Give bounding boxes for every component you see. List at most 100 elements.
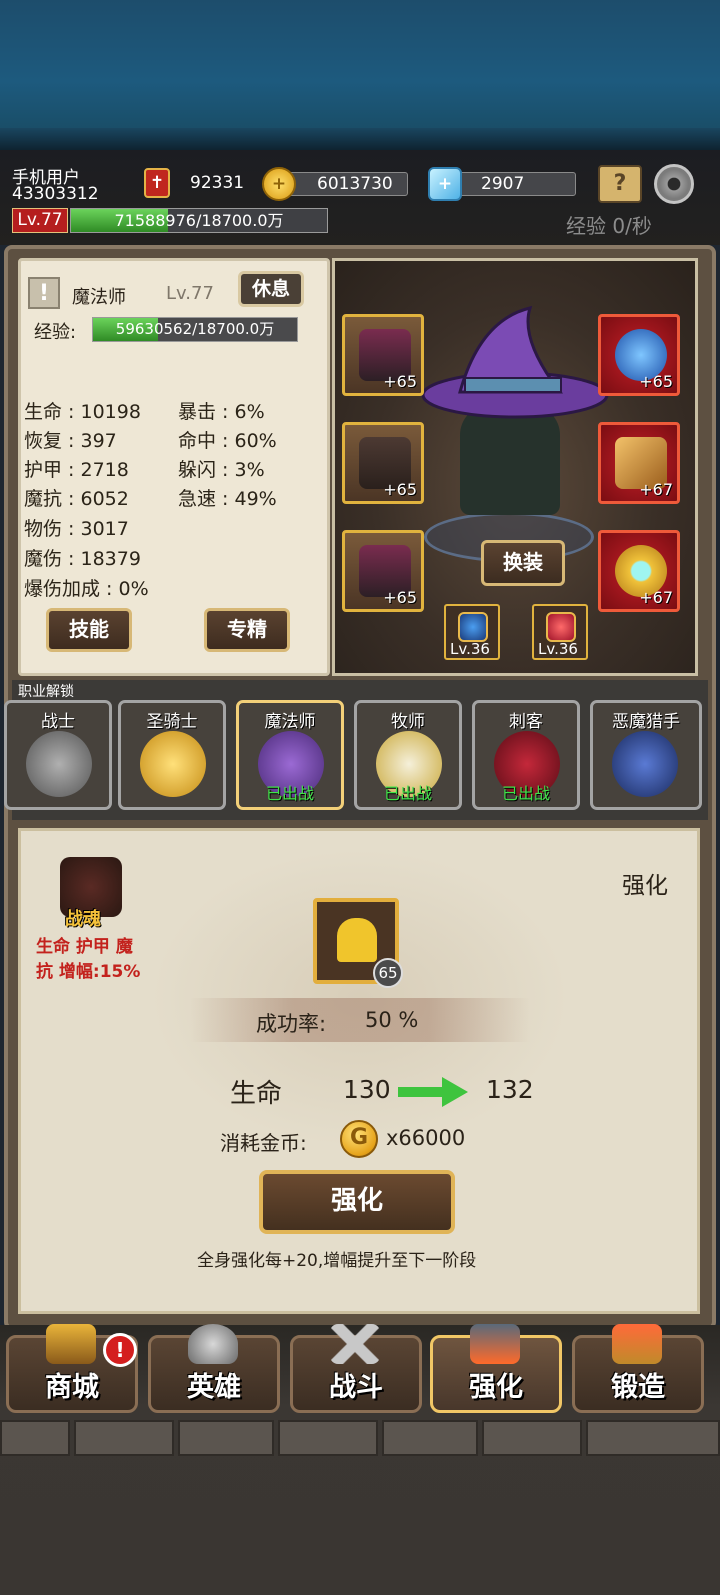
equip-plus: +67	[639, 480, 673, 499]
mastery-button[interactable]: 专精	[204, 608, 290, 652]
player-exp-text: 71588976/18700.0万	[114, 211, 284, 230]
stat-magic-resist: 魔抗 : 6052	[24, 488, 129, 510]
class-card-status: 已出战	[501, 784, 550, 803]
equip-plus: +65	[383, 480, 417, 499]
item-level-badge: 65	[373, 958, 403, 988]
gem-star-icon	[546, 612, 576, 642]
attribute-current: 130	[343, 1075, 391, 1104]
equip-plus: +65	[639, 372, 673, 391]
crossed-swords-icon	[330, 1324, 380, 1364]
hero-exp-text: 59630562/18700.0万	[115, 320, 275, 338]
gem-plus-icon[interactable]: +	[428, 167, 462, 201]
exp-rate: 经验 0/秒	[566, 214, 652, 238]
brick-decor	[178, 1420, 274, 1456]
power-value: 92331	[190, 173, 245, 193]
equip-slot-weapon[interactable]: +67	[598, 422, 680, 504]
class-card-name: 圣骑士	[146, 712, 198, 732]
success-rate-band	[190, 998, 530, 1042]
gold-value: 6013730	[317, 174, 393, 194]
rest-button[interactable]: 休息	[238, 271, 304, 307]
gold-coin-icon: G	[340, 1120, 378, 1158]
cost-label: 消耗金币:	[220, 1131, 307, 1155]
hero-exp-label: 经验:	[34, 322, 77, 343]
gem-value: 2907	[481, 174, 525, 194]
equip-plus: +65	[383, 588, 417, 607]
equip-plus: +67	[639, 588, 673, 607]
equip-slot-boots[interactable]: +65	[342, 530, 424, 612]
top-background	[0, 0, 720, 150]
class-card-name: 牧师	[391, 712, 425, 732]
class-card-name: 战士	[41, 712, 75, 732]
brick-decor	[586, 1420, 720, 1456]
success-rate-value: 50 %	[365, 1008, 419, 1032]
class-card-name: 刺客	[509, 712, 543, 732]
hammer-anvil-icon	[470, 1324, 520, 1364]
warrior-portrait	[26, 731, 92, 797]
stat-hp: 生命 : 10198	[24, 401, 141, 423]
gold-plus-icon[interactable]: +	[262, 167, 296, 201]
brick-decor	[278, 1420, 378, 1456]
gear-icon[interactable]	[654, 164, 694, 204]
class-card-assassin[interactable]: 刺客 已出战	[472, 700, 580, 810]
class-card-status: 已出战	[265, 784, 314, 803]
class-card-demon-hunter[interactable]: 恶魔猎手	[590, 700, 702, 810]
treasure-chest-icon	[46, 1324, 96, 1364]
class-card-name: 魔法师	[264, 712, 316, 732]
demon-hunter-portrait	[612, 731, 678, 797]
notification-badge: !	[103, 1333, 137, 1367]
stat-magic-dmg: 魔伤 : 18379	[24, 548, 141, 570]
equip-slot-helmet[interactable]: +65	[342, 314, 424, 396]
enhance-note: 全身强化每+20,增幅提升至下一阶段	[197, 1251, 477, 1271]
class-card-warrior[interactable]: 战士	[4, 700, 112, 810]
arrow-right-icon	[398, 1077, 468, 1107]
swap-outfit-button[interactable]: 换装	[481, 540, 565, 586]
sword-shield-icon: ✝	[144, 168, 170, 198]
stat-physical-dmg: 物伤 : 3017	[24, 518, 129, 540]
equip-plus: +65	[383, 372, 417, 391]
brick-decor	[0, 1420, 70, 1456]
stat-crit: 暴击 : 6%	[178, 401, 265, 423]
enhance-button[interactable]: 强化	[259, 1170, 455, 1234]
player-exp-bar: 71588976/18700.0万	[70, 208, 328, 233]
enhance-item-slot[interactable]: 65	[313, 898, 403, 988]
equip-slot-armor[interactable]: +65	[342, 422, 424, 504]
equip-slot-necklace[interactable]: +65	[598, 314, 680, 396]
success-rate-label: 成功率:	[256, 1012, 327, 1036]
forge-icon	[612, 1324, 662, 1364]
player-level-badge: Lv.77	[12, 208, 68, 233]
skill-button[interactable]: 技能	[46, 608, 132, 652]
war-soul-name: 战魂	[65, 909, 101, 930]
emblem-icon	[458, 612, 488, 642]
paladin-portrait	[140, 731, 206, 797]
war-soul-desc: 抗 增幅:15%	[36, 962, 141, 982]
hero-class-name: 魔法师	[72, 287, 126, 308]
hero-exp-bar: 59630562/18700.0万	[92, 317, 298, 342]
hero-model-body	[460, 405, 560, 515]
warning-icon[interactable]: !	[28, 277, 60, 309]
class-card-status: 已出战	[383, 784, 432, 803]
accessory-slot-1[interactable]: Lv.36	[444, 604, 500, 660]
war-soul-desc: 生命 护甲 魔	[36, 937, 133, 957]
stat-armor: 护甲 : 2718	[24, 459, 129, 481]
book-question-icon[interactable]: ?	[598, 165, 642, 203]
class-unlock-title: 职业解锁	[18, 684, 74, 700]
brick-decor	[382, 1420, 478, 1456]
stat-hit: 命中 : 60%	[178, 430, 277, 452]
enhance-title: 强化	[622, 873, 668, 899]
top-background-edge	[0, 128, 720, 150]
class-card-priest[interactable]: 牧师 已出战	[354, 700, 462, 810]
helmet-icon	[337, 918, 377, 962]
accessory-level: Lv.36	[450, 640, 490, 658]
class-card-mage[interactable]: 魔法师 已出战	[236, 700, 344, 810]
user-id: 43303312	[12, 184, 99, 204]
class-card-name: 恶魔猎手	[612, 712, 680, 732]
class-card-paladin[interactable]: 圣骑士	[118, 700, 226, 810]
attribute-name: 生命	[230, 1079, 283, 1109]
equip-slot-ring[interactable]: +67	[598, 530, 680, 612]
hero-level: Lv.77	[166, 283, 214, 304]
cost-value: x66000	[386, 1126, 466, 1150]
stat-regen: 恢复 : 397	[24, 430, 117, 452]
accessory-slot-2[interactable]: Lv.36	[532, 604, 588, 660]
accessory-level: Lv.36	[538, 640, 578, 658]
stat-crit-dmg: 爆伤加成 : 0%	[24, 578, 149, 600]
